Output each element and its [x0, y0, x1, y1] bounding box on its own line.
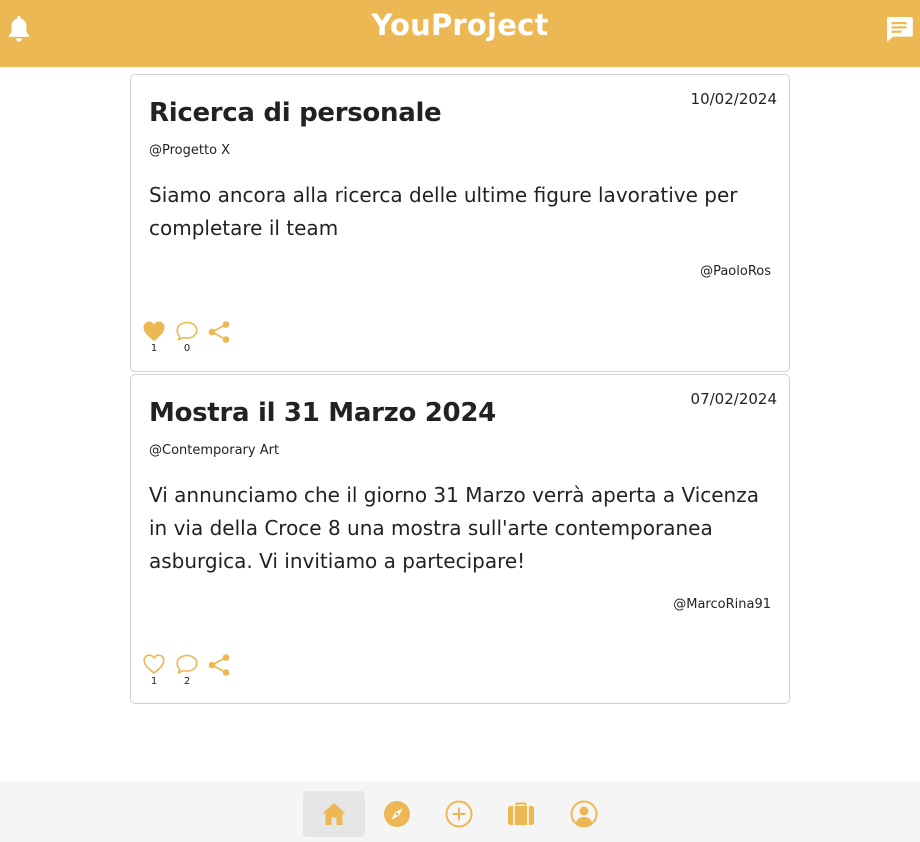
bottom-nav	[0, 781, 920, 842]
post-project-link[interactable]: @Contemporary Art	[149, 443, 279, 458]
compass-icon	[384, 801, 410, 827]
heart-filled-icon	[143, 321, 165, 341]
nav-projects[interactable]	[490, 791, 552, 837]
post-actions: 1 0	[141, 320, 241, 360]
comment-count: 0	[183, 343, 191, 354]
plus-circle-icon	[445, 800, 473, 828]
nav-profile[interactable]	[553, 791, 615, 837]
chat-icon[interactable]	[884, 14, 914, 44]
post-date: 10/02/2024	[690, 90, 777, 108]
share-button[interactable]	[206, 653, 232, 677]
post-body: Siamo ancora alla ricerca delle ultime f…	[149, 183, 738, 240]
heart-outline-icon	[143, 654, 165, 674]
post-title: Mostra il 31 Marzo 2024	[149, 398, 496, 428]
nav-explore[interactable]	[366, 791, 428, 837]
comment-count: 2	[183, 676, 191, 687]
post-author-link[interactable]: @PaoloRos	[700, 264, 771, 279]
post-title: Ricerca di personale	[149, 98, 442, 128]
post-card[interactable]: 10/02/2024 Ricerca di personale @Progett…	[130, 74, 790, 372]
post-body: Vi annunciamo che il giorno 31 Marzo ver…	[149, 483, 759, 573]
user-circle-icon	[570, 800, 598, 828]
like-count: 1	[150, 343, 158, 354]
like-count: 1	[150, 676, 158, 687]
app-title: YouProject	[371, 8, 549, 42]
share-icon	[208, 654, 230, 676]
comment-icon	[176, 654, 198, 674]
share-icon	[208, 321, 230, 343]
post-card[interactable]: 07/02/2024 Mostra il 31 Marzo 2024 @Cont…	[130, 374, 790, 704]
like-button[interactable]: 1	[141, 653, 167, 687]
post-feed: 10/02/2024 Ricerca di personale @Progett…	[130, 74, 790, 706]
comment-button[interactable]: 2	[174, 653, 200, 687]
post-actions: 1 2	[141, 653, 241, 693]
home-icon	[322, 803, 346, 825]
top-bar: YouProject	[0, 0, 920, 67]
post-project-link[interactable]: @Progetto X	[149, 143, 230, 158]
post-date: 07/02/2024	[690, 390, 777, 408]
share-button[interactable]	[206, 320, 232, 344]
comment-button[interactable]: 0	[174, 320, 200, 354]
comment-icon	[176, 321, 198, 341]
like-button[interactable]: 1	[141, 320, 167, 354]
nav-add[interactable]	[428, 791, 490, 837]
nav-home[interactable]	[303, 791, 365, 837]
briefcase-icon	[508, 802, 534, 825]
post-author-link[interactable]: @MarcoRina91	[673, 597, 771, 612]
